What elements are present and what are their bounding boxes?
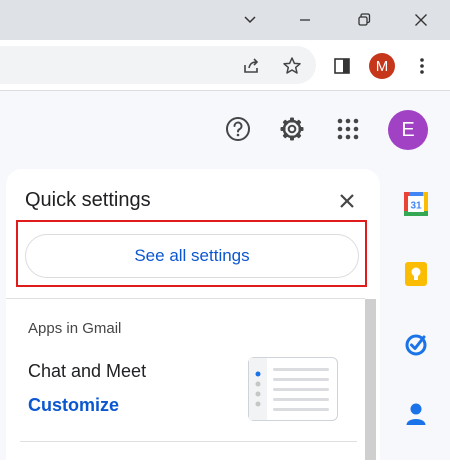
more-vert-icon <box>420 58 424 74</box>
browser-profile-avatar[interactable]: M <box>369 53 395 79</box>
contacts-icon <box>406 403 426 425</box>
settings-button[interactable] <box>278 115 306 143</box>
address-bar[interactable] <box>0 46 316 84</box>
chevron-down-icon <box>244 16 256 24</box>
panel-divider <box>6 298 365 299</box>
side-panel-icon <box>334 58 350 74</box>
google-apps-button[interactable] <box>334 115 362 143</box>
support-button[interactable] <box>224 115 252 143</box>
help-icon <box>226 117 250 141</box>
browser-titlebar <box>0 0 450 40</box>
apps-in-gmail-heading: Apps in Gmail <box>28 320 122 337</box>
star-icon <box>283 57 301 74</box>
gear-icon <box>280 117 304 141</box>
chat-meet-preview-thumbnail <box>248 357 338 421</box>
keep-icon <box>405 262 427 286</box>
minimize-icon <box>300 19 310 21</box>
close-icon <box>415 14 427 26</box>
quick-settings-panel <box>6 169 380 469</box>
tab-search-button[interactable] <box>225 0 275 40</box>
close-icon <box>340 194 354 208</box>
browser-toolbar: M <box>0 40 450 91</box>
quick-settings-close-button[interactable] <box>334 188 360 214</box>
chat-and-meet-label: Chat and Meet <box>28 361 147 381</box>
panel-scrollbar[interactable] <box>365 299 376 460</box>
tasks-icon <box>405 334 427 356</box>
calendar-day-number: 31 <box>410 201 422 212</box>
side-panel-button[interactable] <box>330 54 354 78</box>
customize-link[interactable]: Customize <box>28 395 119 416</box>
highlight-box <box>16 220 367 287</box>
restore-icon <box>358 13 371 26</box>
calendar-icon: 31 <box>404 192 428 216</box>
share-button[interactable] <box>240 54 264 78</box>
restore-button[interactable] <box>339 0 389 40</box>
tasks-side-button[interactable] <box>400 328 432 360</box>
bookmark-button[interactable] <box>280 54 304 78</box>
quick-settings-title: Quick settings <box>25 189 151 211</box>
keep-side-button[interactable] <box>400 258 432 290</box>
contacts-side-button[interactable] <box>400 398 432 430</box>
account-avatar[interactable]: E <box>388 110 428 150</box>
browser-menu-button[interactable] <box>412 54 432 78</box>
minimize-button[interactable] <box>280 0 330 40</box>
layout-preview-icon <box>249 358 329 420</box>
apps-grid-icon <box>337 118 359 140</box>
share-icon <box>244 58 259 73</box>
calendar-side-button[interactable]: 31 <box>400 188 432 220</box>
close-window-button[interactable] <box>396 0 446 40</box>
section-divider <box>20 441 357 442</box>
